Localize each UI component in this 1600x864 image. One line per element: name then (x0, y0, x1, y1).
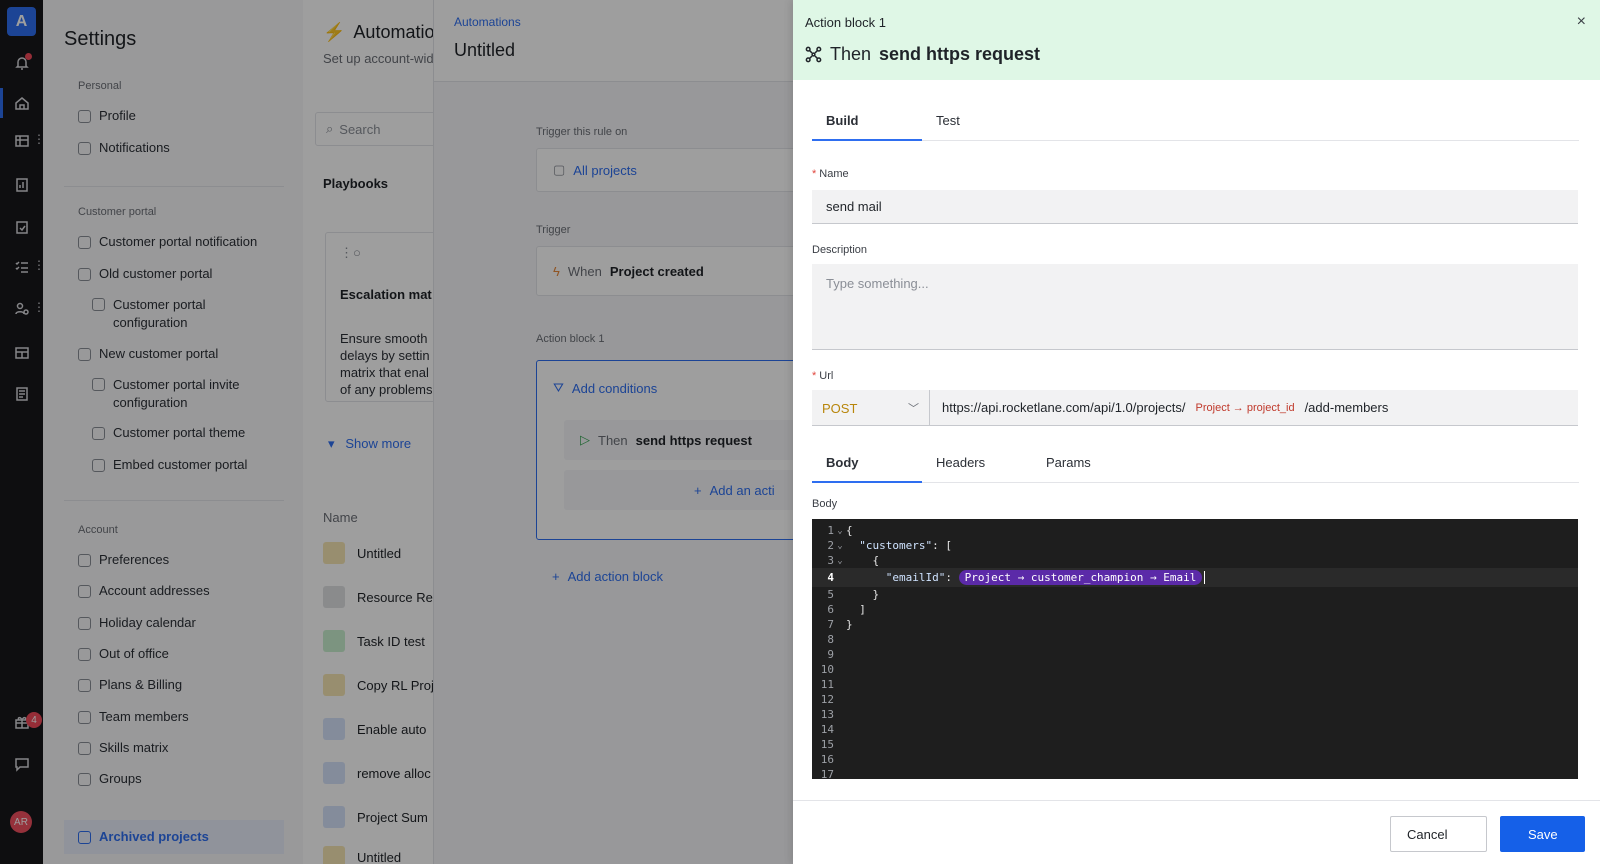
code-line: 12 (820, 693, 834, 706)
name-label: * Name (812, 168, 849, 180)
webhook-icon (805, 46, 822, 63)
code-line: 13 (820, 708, 834, 721)
drawer-title: Then send https request (805, 44, 1040, 65)
variable-token[interactable]: Project → customer_champion → Email (958, 569, 1203, 585)
url-variable-token[interactable]: Project → project_id (1192, 401, 1299, 415)
tab-headers[interactable]: Headers (922, 442, 1032, 482)
code-line: 1 ⌄{ (827, 524, 853, 537)
modal-overlay[interactable] (0, 0, 793, 864)
body-tabs: Body Headers Params (812, 442, 1142, 483)
code-line: 17 (820, 768, 834, 779)
drawer-header: Action block 1 Then send https request × (793, 0, 1600, 80)
code-line: 9 (827, 648, 834, 661)
description-field[interactable]: Type something... (812, 264, 1578, 350)
close-icon[interactable]: × (1577, 13, 1586, 31)
code-line: 7} (827, 618, 853, 631)
chevron-down-icon: ﹀ (908, 403, 919, 415)
action-drawer: Action block 1 Then send https request × … (793, 0, 1600, 864)
url-label: * Url (812, 370, 834, 382)
tab-divider (1142, 482, 1579, 483)
body-label: Body (812, 498, 838, 510)
code-line: 11 (820, 678, 834, 691)
tab-build[interactable]: Build (812, 100, 922, 141)
name-field[interactable]: send mail (812, 190, 1578, 224)
cancel-button[interactable]: Cancel (1390, 816, 1487, 852)
code-line: 10 (820, 663, 834, 676)
code-line: 15 (820, 738, 834, 751)
code-line: 16 (820, 753, 834, 766)
code-line: 5 } (827, 588, 880, 601)
description-label: Description (812, 244, 868, 256)
tab-divider (1032, 140, 1579, 141)
code-line: 8 (827, 633, 834, 646)
url-field[interactable]: https://api.rocketlane.com/api/1.0/proje… (930, 390, 1388, 425)
tab-params[interactable]: Params (1032, 442, 1142, 482)
save-button[interactable]: Save (1500, 816, 1585, 852)
drawer-footer: Cancel Save (793, 800, 1600, 864)
build-test-tabs: Build Test (812, 100, 1032, 141)
code-line: 14 (820, 723, 834, 736)
url-row: POST ﹀ https://api.rocketlane.com/api/1.0… (812, 390, 1578, 426)
drawer-subtitle: Action block 1 (805, 15, 886, 30)
code-line: 3 ⌄ { (827, 554, 880, 567)
method-select[interactable]: POST ﹀ (812, 390, 930, 426)
code-line-current: 4 "emailId": Project → customer_champion… (812, 568, 1578, 587)
tab-test[interactable]: Test (922, 100, 1032, 140)
code-line: 6 ] (827, 603, 866, 616)
tab-body[interactable]: Body (812, 442, 922, 483)
code-editor[interactable]: 1 ⌄{ 2 ⌄ "customers": [ 3 ⌄ { 4 "emailId": … (812, 519, 1578, 779)
code-line: 2 ⌄ "customers": [ (827, 539, 952, 552)
